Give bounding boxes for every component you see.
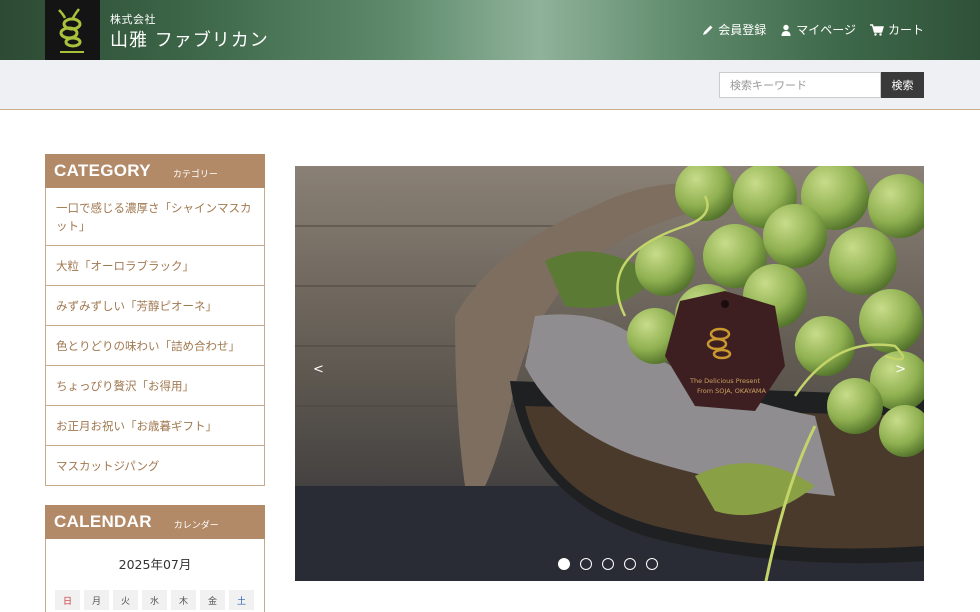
- cart-icon: [869, 23, 884, 36]
- calendar-title: CALENDAR: [54, 512, 152, 531]
- weekday-thu: 木: [171, 590, 196, 610]
- calendar-weekdays: 日 月 火 水 木 金 土: [55, 590, 264, 610]
- cart-link-label: カート: [887, 23, 924, 37]
- category-title: CATEGORY: [54, 161, 151, 180]
- category-item-pione[interactable]: みずみずしい「芳醇ピオーネ」: [46, 286, 264, 326]
- mypage-link-label: マイページ: [796, 23, 856, 37]
- top-nav: 会員登録 マイページ カート: [702, 21, 924, 38]
- search-input[interactable]: [719, 72, 881, 98]
- category-item-new-year-gift[interactable]: お正月お祝い「お歳暮ギフト」: [46, 406, 264, 446]
- category-item-shine-muscat[interactable]: 一口で感じる濃厚さ「シャインマスカット」: [46, 188, 264, 246]
- tag-text-2: From SOJA, OKAYAMA: [697, 387, 767, 395]
- weekday-mon: 月: [84, 590, 109, 610]
- logo[interactable]: [45, 0, 100, 60]
- category-list: 一口で感じる濃厚さ「シャインマスカット」 大粒「オーロラブラック」 みずみずしい…: [45, 188, 265, 486]
- site-header: 株式会社 山雅 ファブリカン 会員登録 マイページ カート: [0, 0, 980, 60]
- weekday-fri: 金: [200, 590, 225, 610]
- slider-prev-button[interactable]: <: [313, 362, 324, 377]
- company-type-label: 株式会社: [110, 13, 156, 26]
- register-link[interactable]: 会員登録: [702, 21, 766, 38]
- weekday-tue: 火: [113, 590, 138, 610]
- search-button[interactable]: 検索: [881, 72, 924, 98]
- calendar-month: 2025年07月: [118, 557, 192, 572]
- user-icon: [781, 24, 791, 36]
- search-bar: 検索: [0, 60, 980, 110]
- category-item-assortment[interactable]: 色とりどりの味わい「詰め合わせ」: [46, 326, 264, 366]
- slider-dot-3[interactable]: [602, 558, 614, 570]
- hero-slider[interactable]: The Delicious Present From SOJA, OKAYAMA…: [295, 166, 924, 581]
- slider-next-button[interactable]: >: [895, 362, 906, 377]
- category-subtitle: カテゴリー: [172, 169, 218, 180]
- cart-link[interactable]: カート: [869, 21, 924, 38]
- weekday-sun: 日: [55, 590, 80, 610]
- category-item-aurora-black[interactable]: 大粒「オーロラブラック」: [46, 246, 264, 286]
- slider-dot-1[interactable]: [558, 558, 570, 570]
- weekday-wed: 水: [142, 590, 167, 610]
- company-name[interactable]: 山雅 ファブリカン: [110, 26, 269, 52]
- slider-dot-4[interactable]: [624, 558, 636, 570]
- category-item-muscat-zipangu[interactable]: マスカットジパング: [46, 446, 264, 486]
- tag-text-1: The Delicious Present: [689, 377, 761, 385]
- mypage-link[interactable]: マイページ: [780, 21, 856, 38]
- slider-dot-2[interactable]: [580, 558, 592, 570]
- grape-logo-icon: [58, 8, 84, 53]
- slider-dots: [558, 558, 658, 570]
- calendar-heading: CALENDAR カレンダー: [45, 505, 265, 539]
- slider-dot-5[interactable]: [646, 558, 658, 570]
- category-item-value-pack[interactable]: ちょっぴり贅沢「お得用」: [46, 366, 264, 406]
- calendar-subtitle: カレンダー: [173, 520, 219, 531]
- calendar: 2025年07月 日 月 火 水 木 金 土: [45, 539, 265, 612]
- register-link-label: 会員登録: [718, 23, 767, 37]
- grape-photo: The Delicious Present From SOJA, OKAYAMA: [295, 166, 924, 581]
- pencil-icon: [703, 25, 713, 35]
- category-heading: CATEGORY カテゴリー: [45, 154, 265, 188]
- weekday-sat: 土: [229, 590, 254, 610]
